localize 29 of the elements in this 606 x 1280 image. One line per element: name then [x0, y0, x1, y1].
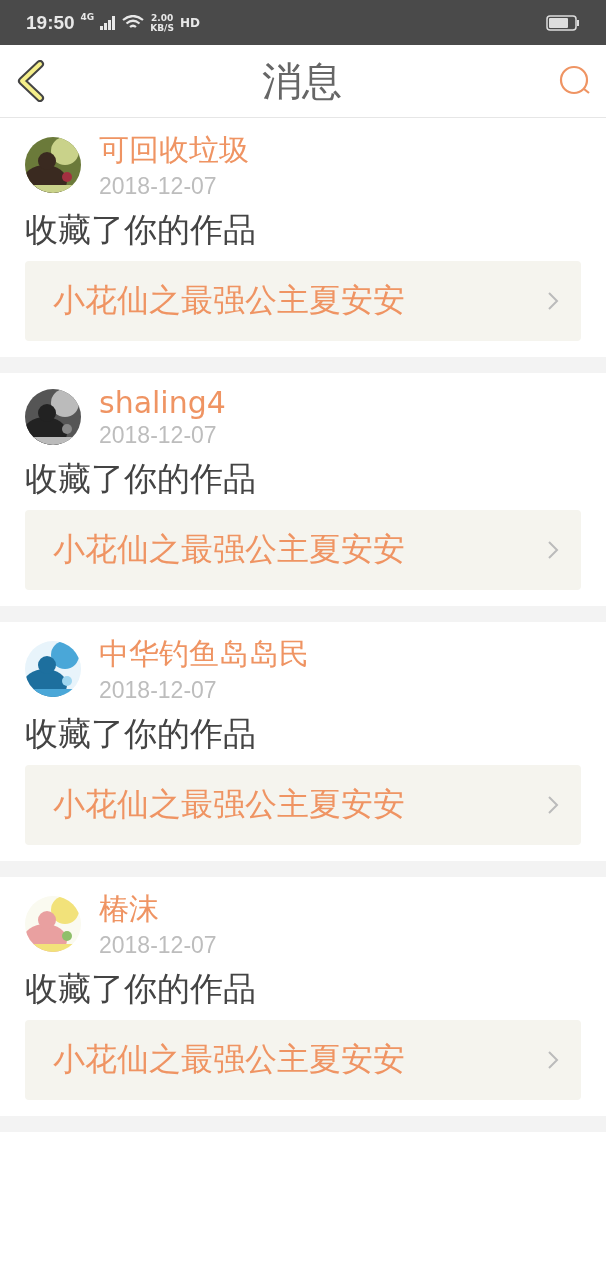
- work-link[interactable]: 小花仙之最强公主夏安安: [25, 765, 581, 845]
- work-link[interactable]: 小花仙之最强公主夏安安: [25, 510, 581, 590]
- back-icon[interactable]: [16, 60, 46, 102]
- chevron-icon: [547, 1050, 559, 1070]
- user-name[interactable]: 可回收垃圾: [99, 130, 249, 171]
- user-name[interactable]: 椿沫: [99, 889, 217, 930]
- page-title: 消息: [262, 56, 342, 106]
- network-type: 4G: [80, 12, 95, 22]
- chevron-icon: [547, 540, 559, 560]
- network-speed: 2.00 KB/S: [150, 12, 174, 33]
- hd-indicator: HD: [179, 15, 200, 30]
- signal-icon: [100, 14, 117, 31]
- user-name[interactable]: shaling4: [99, 385, 226, 420]
- message-text: 收藏了你的作品: [25, 209, 257, 251]
- work-link[interactable]: 小花仙之最强公主夏安安: [25, 1020, 581, 1100]
- work-link[interactable]: 小花仙之最强公主夏安安: [25, 261, 581, 341]
- clock: 19:50: [26, 11, 75, 34]
- message-date: 2018-12-07: [99, 932, 217, 959]
- message-text: 收藏了你的作品: [25, 458, 257, 500]
- chevron-icon: [547, 795, 559, 815]
- battery-icon: [546, 14, 580, 31]
- chevron-icon: [547, 291, 559, 311]
- message-date: 2018-12-07: [99, 422, 218, 449]
- wifi-icon: [122, 14, 145, 31]
- user-name[interactable]: 中华钓鱼岛岛民: [99, 634, 309, 675]
- message-text: 收藏了你的作品: [25, 968, 257, 1010]
- message-date: 2018-12-07: [99, 677, 218, 704]
- message-date: 2018-12-07: [99, 173, 218, 200]
- message-text: 收藏了你的作品: [25, 713, 257, 755]
